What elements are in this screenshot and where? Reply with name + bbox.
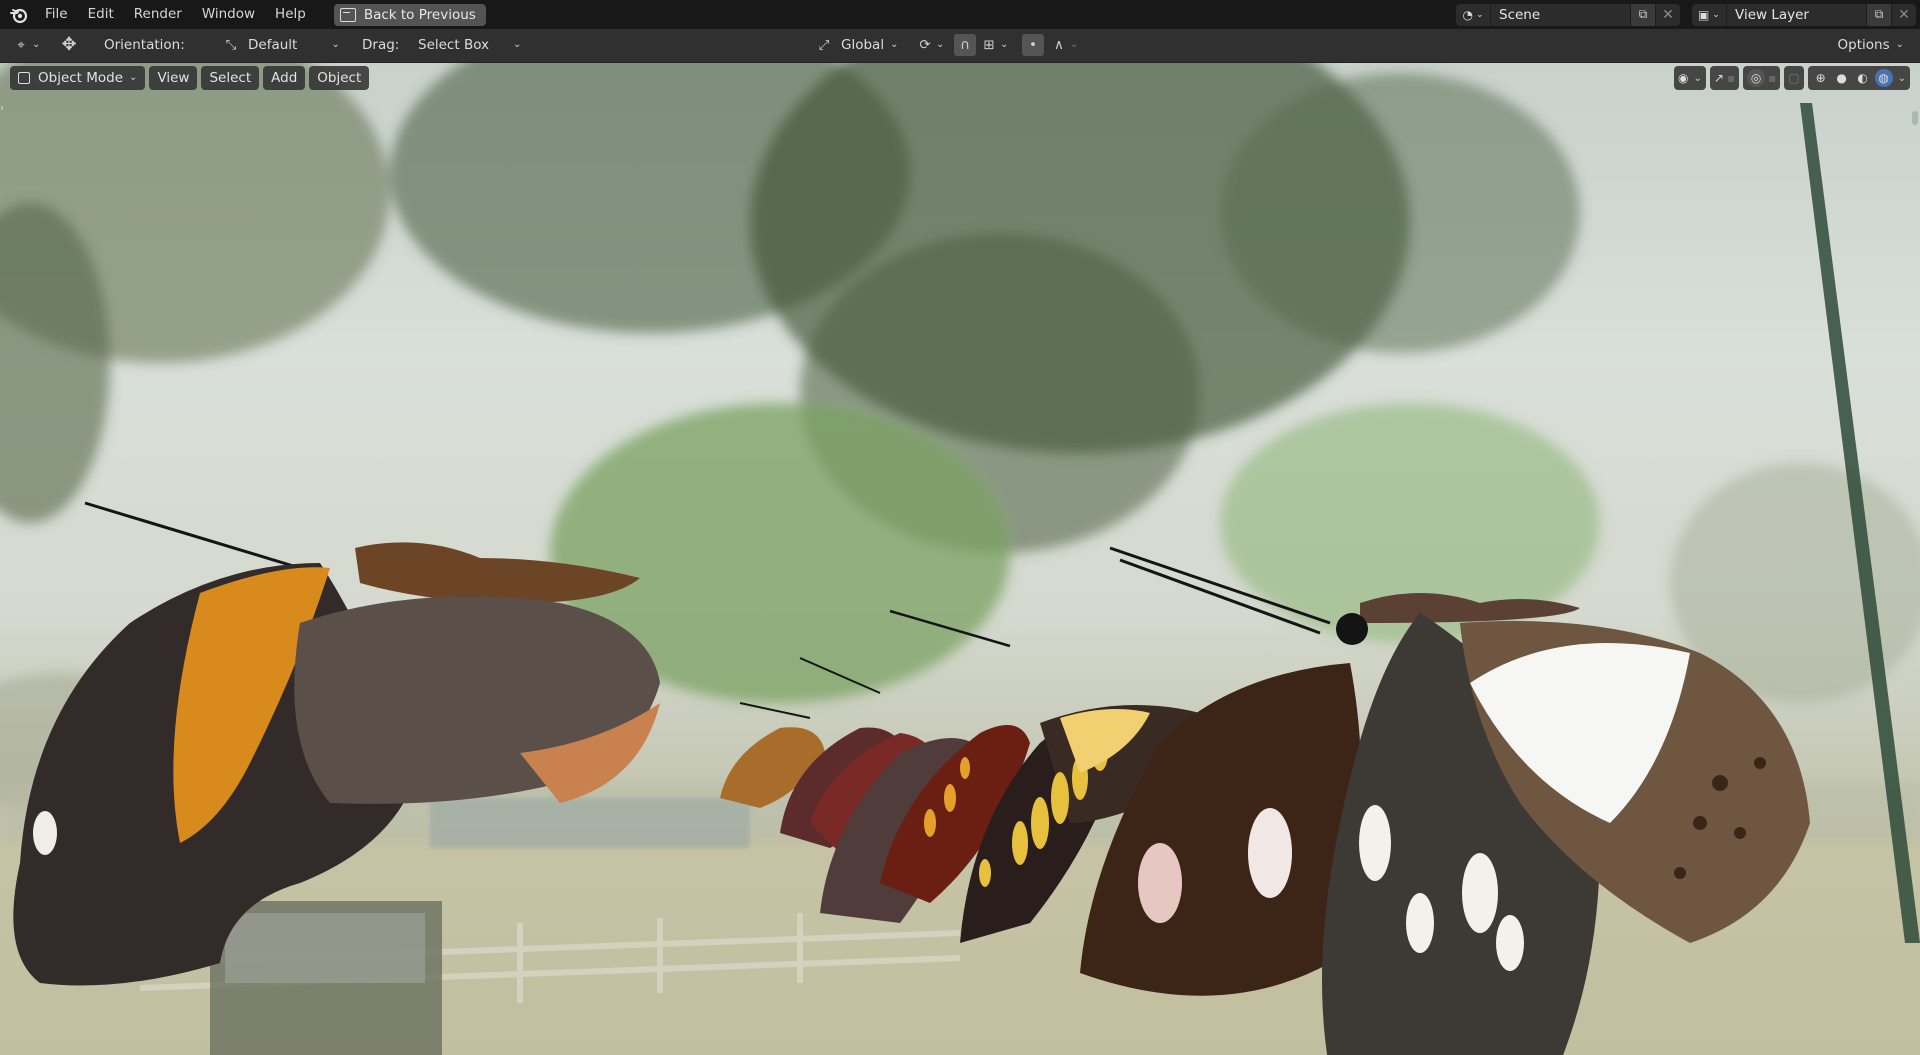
menu-edit[interactable]: Edit <box>78 0 124 29</box>
viewport-render <box>0 63 1920 1055</box>
orientation-dropdown[interactable]: ⤡ Default ⌄ <box>220 34 340 56</box>
chevron-down-icon: ⌄ <box>331 39 340 50</box>
overlays-icon: ◎ <box>1747 69 1766 87</box>
menu-help[interactable]: Help <box>265 0 316 29</box>
menu-object[interactable]: Object <box>309 66 370 90</box>
menu-file[interactable]: File <box>35 0 78 29</box>
viewport-header: Object Mode ⌄ View Select Add Object <box>10 66 370 90</box>
orientation-value: Default <box>248 37 298 53</box>
pivot-point-dropdown[interactable]: ⟳ ⌄ <box>914 34 944 56</box>
drag-dropdown[interactable]: Select Box ⌄ <box>410 34 529 56</box>
magnet-icon: ∩ <box>954 34 976 56</box>
xray-toggle[interactable]: ▢ <box>1784 66 1804 90</box>
chevron-down-icon: ⌄ <box>1895 39 1904 50</box>
3d-viewport[interactable]: Object Mode ⌄ View Select Add Object ◉ ⌄ … <box>0 63 1920 1055</box>
options-label: Options <box>1837 37 1890 53</box>
rendered-shading-icon[interactable]: ◍ <box>1874 69 1893 87</box>
orientation-axes-icon: ⤡ <box>225 37 237 53</box>
back-icon <box>339 7 356 22</box>
new-view-layer-icon[interactable]: ⧉ <box>1866 3 1891 26</box>
transform-orientation-value: Global <box>841 37 885 53</box>
orientation-label: Orientation: <box>104 37 185 53</box>
overlay-toggle[interactable]: ◎ ▪ <box>1743 66 1781 90</box>
chevron-down-icon: ⌄ <box>513 39 522 50</box>
chevron-down-icon: ⌄ <box>890 39 899 50</box>
toolbar-expand-icon[interactable]: › <box>0 103 4 114</box>
object-mode-icon <box>18 72 30 84</box>
proportional-editing-toggle[interactable]: • <box>1022 34 1044 56</box>
gizmo-icon: ↗ <box>1713 71 1724 85</box>
move-icon[interactable]: ✥ <box>58 34 80 56</box>
falloff-dropdown[interactable]: ∧ ⌄ <box>1048 34 1078 56</box>
delete-view-layer-icon[interactable]: ✕ <box>1891 3 1916 26</box>
top-bar: File Edit Render Window Help Back to Pre… <box>0 0 1920 29</box>
blender-logo-icon[interactable] <box>9 5 29 25</box>
pivot-icon: ⟳ <box>919 37 931 53</box>
view-layer-selector[interactable]: ▣ ⌄ View Layer ⧉ ✕ <box>1692 3 1916 26</box>
eye-icon: ◉ <box>1678 71 1689 85</box>
transform-orientation-dropdown[interactable]: ⤢ Global ⌄ <box>813 34 899 56</box>
sidebar-toggle[interactable] <box>1912 111 1918 125</box>
view-layer-icon[interactable]: ▣ ⌄ <box>1692 3 1726 26</box>
back-to-previous-label: Back to Previous <box>363 6 476 23</box>
shading-modes: ⊕ ● ◐ ◍ ⌄ <box>1807 66 1910 90</box>
falloff-curve-icon: ∧ <box>1054 37 1064 53</box>
solid-shading-icon[interactable]: ● <box>1833 69 1851 87</box>
mode-value: Object Mode <box>38 70 124 86</box>
scene-name-field[interactable]: Scene <box>1490 3 1630 26</box>
menu-view[interactable]: View <box>149 66 198 90</box>
view-layer-name-field[interactable]: View Layer <box>1726 3 1866 26</box>
viewport-display-controls: ◉ ⌄ ↗ ▪ ◎ ▪ ▢ ⊕ ● ◐ ◍ ⌄ <box>1674 66 1910 90</box>
scene-icon[interactable]: ◔ ⌄ <box>1456 3 1490 26</box>
material-shading-icon[interactable]: ◐ <box>1854 69 1872 87</box>
drag-label: Drag: <box>362 37 400 53</box>
snap-toggle[interactable]: ∩ <box>954 34 976 56</box>
shading-chevron-icon[interactable]: ⌄ <box>1898 73 1906 84</box>
back-to-previous-button[interactable]: Back to Previous <box>333 3 486 26</box>
tool-icon-dropdown[interactable]: ⌖ ⌄ <box>10 34 40 56</box>
gizmo-toggle[interactable]: ↗ ▪ <box>1709 66 1740 90</box>
menu-render[interactable]: Render <box>124 0 192 29</box>
chevron-down-icon: ⌄ <box>129 72 138 83</box>
transform-axes-icon: ⤢ <box>818 37 830 53</box>
proportional-icon: • <box>1022 34 1044 56</box>
mode-dropdown[interactable]: Object Mode ⌄ <box>10 66 146 90</box>
snap-increment-icon: ⊞ <box>983 37 995 53</box>
delete-scene-icon[interactable]: ✕ <box>1655 3 1680 26</box>
menu-select[interactable]: Select <box>201 66 260 90</box>
snap-target-dropdown[interactable]: ⊞ ⌄ <box>978 34 1008 56</box>
xray-icon: ▢ <box>1788 71 1800 85</box>
menu-add[interactable]: Add <box>263 66 306 90</box>
pond <box>430 798 750 848</box>
scene-selector[interactable]: ◔ ⌄ Scene ⧉ ✕ <box>1456 3 1680 26</box>
drag-value: Select Box <box>418 37 490 53</box>
options-dropdown[interactable]: Options ⌄ <box>1830 34 1912 56</box>
wireframe-shading-icon[interactable]: ⊕ <box>1812 69 1830 87</box>
menu-window[interactable]: Window <box>192 0 265 29</box>
select-tool-icon: ⌖ <box>17 37 25 53</box>
tool-settings-header: ⌖ ⌄ ✥ Orientation: ⤡ Default ⌄ Drag: Sele… <box>0 29 1920 63</box>
visibility-dropdown[interactable]: ◉ ⌄ <box>1674 66 1706 90</box>
new-scene-icon[interactable]: ⧉ <box>1630 3 1655 26</box>
